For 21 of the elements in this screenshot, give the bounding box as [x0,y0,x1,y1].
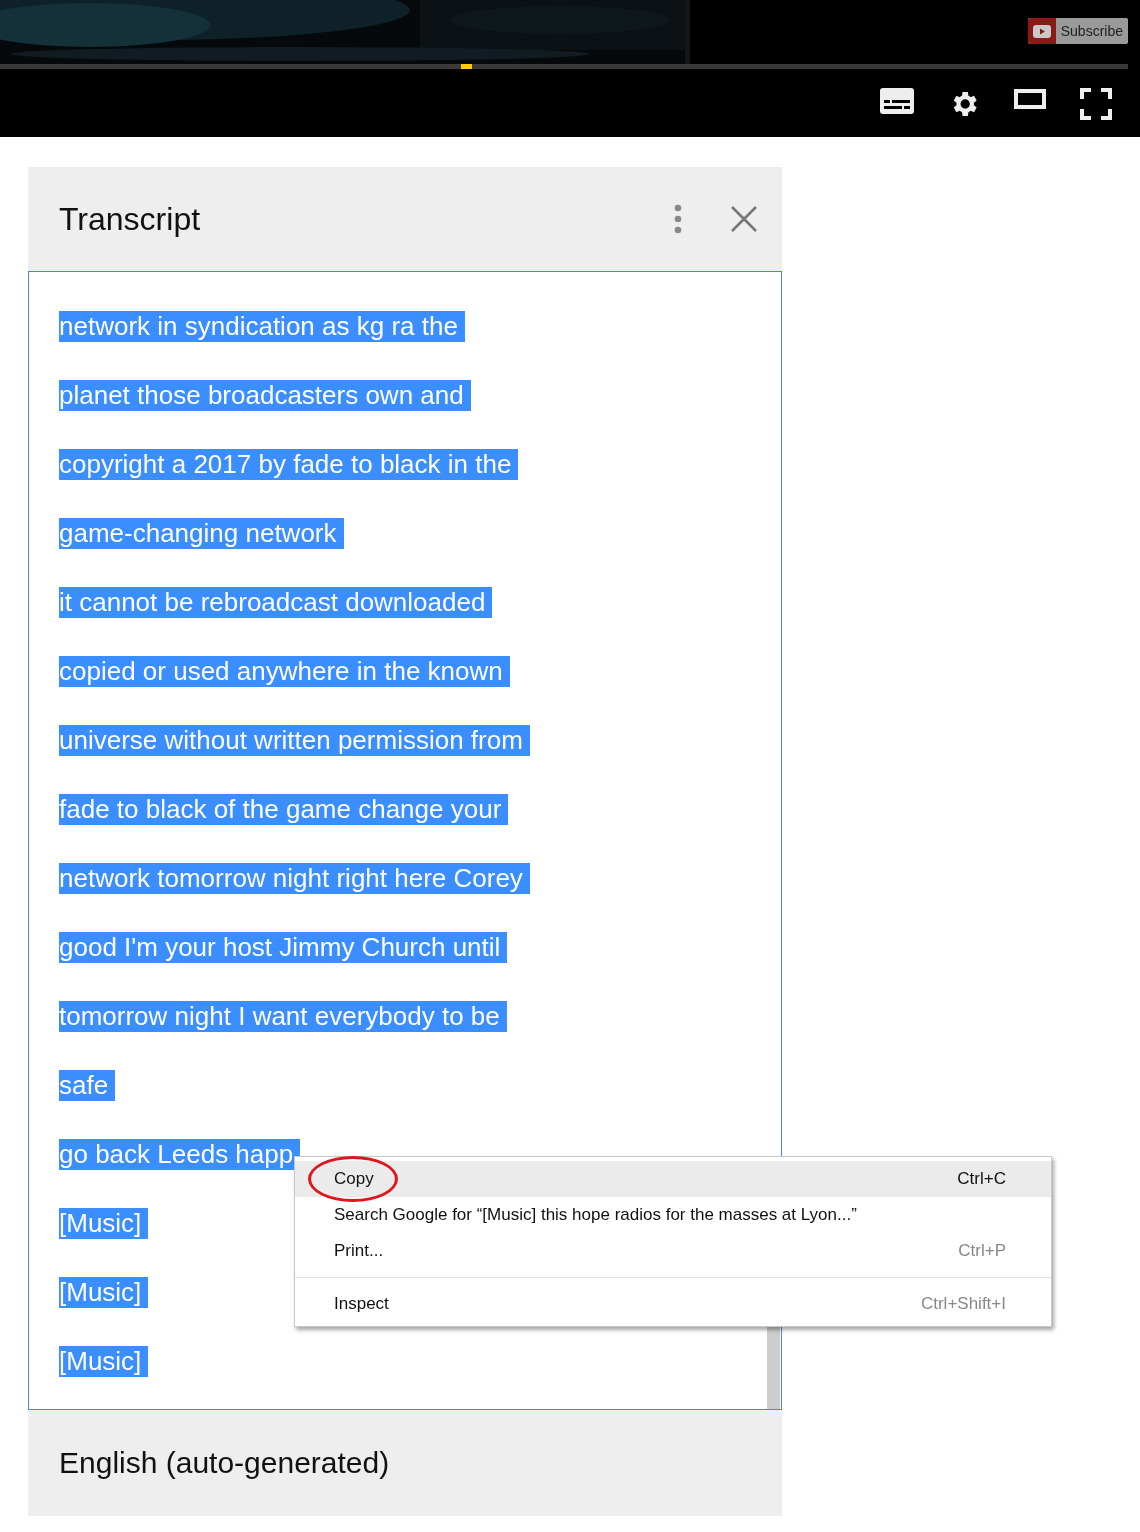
play-icon [1032,24,1051,38]
menu-item-label: Inspect [334,1294,390,1314]
marker [461,64,472,69]
menu-item-label: Copy [334,1169,375,1189]
panel-title: Transcript [59,200,202,238]
shortcut-label: Ctrl+Shift+I [920,1294,1006,1314]
subscribe-button[interactable]: Subscribe [1027,18,1128,44]
shortcut-label: Ctrl+C [957,1169,1006,1189]
shortcut-label: Ctrl+P [958,1241,1006,1261]
more-icon [674,204,682,234]
menu-item[interactable]: Copy Ctrl+C [295,1161,1051,1197]
menu-item-label: Search Google for “[Music] this hope radios for the masses at Lyon...” [334,1205,858,1225]
fullscreen-icon[interactable] [1080,88,1112,120]
subtitles-icon[interactable] [880,88,914,114]
theater-mode-icon[interactable] [1014,88,1046,110]
menu-item[interactable]: Search Google for “[Music] this hope radios for the masses at Lyon...” [295,1197,1051,1233]
menu-item[interactable]: Print... Ctrl+P [295,1233,1051,1269]
menu-item[interactable]: Inspect Ctrl+Shift+I [295,1286,1051,1322]
close-icon [730,205,758,233]
language-label[interactable]: English (auto-generated) [59,1446,390,1480]
menu-item-label: Print... [334,1241,385,1261]
